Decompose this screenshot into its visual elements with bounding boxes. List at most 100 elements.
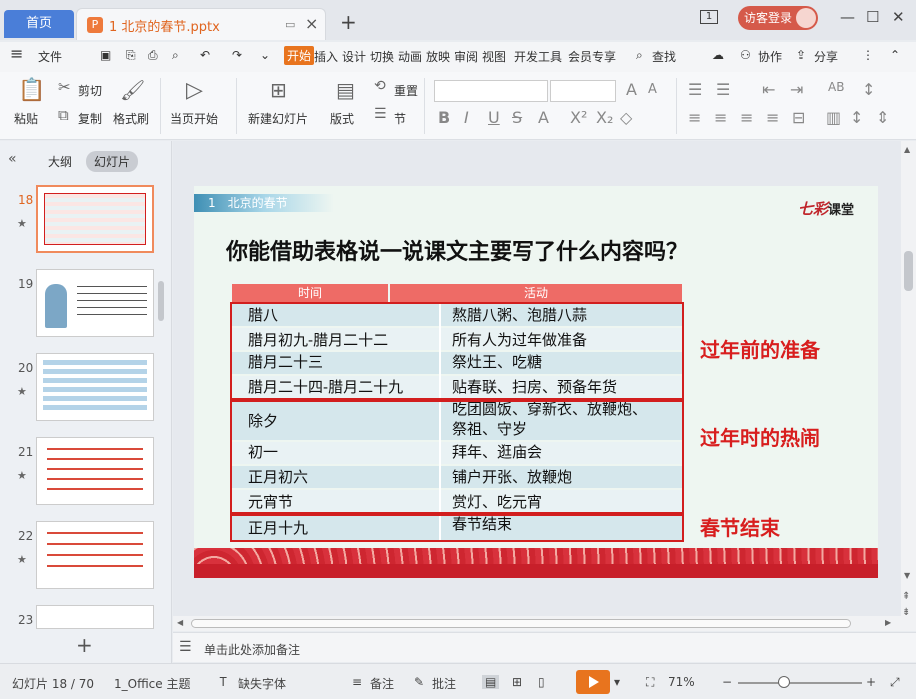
slideshow-play-button[interactable] <box>576 670 610 694</box>
paste-button[interactable]: 粘贴 <box>14 110 38 127</box>
scroll-up-icon[interactable]: ▲ <box>904 145 910 154</box>
hamburger-icon[interactable]: ≡ <box>10 44 23 63</box>
numbered-list-icon[interactable]: ☰ <box>716 80 730 99</box>
search-label[interactable]: 查找 <box>652 48 676 65</box>
zoom-out-icon[interactable]: − <box>722 675 732 689</box>
collab-icon[interactable]: ⚇ <box>740 48 751 62</box>
font-color-icon[interactable]: A <box>538 108 549 127</box>
slide-thumbnail-23[interactable] <box>36 605 154 629</box>
cut-button[interactable]: 剪切 <box>78 82 102 99</box>
fullscreen-icon[interactable]: ⤢ <box>890 675 900 690</box>
menu-slideshow[interactable]: 放映 <box>426 48 450 65</box>
strikethrough-icon[interactable]: S <box>512 108 522 127</box>
close-tab-icon[interactable]: × <box>305 14 318 33</box>
menu-transition[interactable]: 切换 <box>370 48 394 65</box>
menu-file[interactable]: 文件 <box>38 48 62 65</box>
monitor-icon[interactable]: ▭ <box>285 18 295 31</box>
scroll-left-icon[interactable]: ◀ <box>177 618 183 627</box>
zoom-slider-track[interactable] <box>738 682 862 684</box>
underline-icon[interactable]: U <box>488 108 500 127</box>
window-count-icon[interactable]: 1 <box>700 10 718 24</box>
menu-developer[interactable]: 开发工具 <box>514 48 562 65</box>
new-slide-icon[interactable]: ⊞ <box>270 78 287 102</box>
clear-format-icon[interactable]: ◇ <box>620 108 632 127</box>
preview-icon[interactable]: ⌕ <box>172 48 179 63</box>
tab-outline[interactable]: 大纲 <box>48 153 72 170</box>
subscript-icon[interactable]: X₂ <box>596 108 613 127</box>
menu-member[interactable]: 会员专享 <box>568 48 616 65</box>
columns-icon[interactable]: ▥ <box>826 108 841 127</box>
menu-view[interactable]: 视图 <box>482 48 506 65</box>
comment-icon[interactable]: ✎ <box>414 675 424 689</box>
bold-icon[interactable]: B <box>438 108 450 127</box>
new-tab-icon[interactable]: + <box>340 10 357 34</box>
horizontal-scrollbar[interactable]: ◀ ▶ <box>173 616 901 631</box>
undo-icon[interactable]: ↶ <box>200 48 210 62</box>
cloud-icon[interactable]: ☁ <box>712 48 724 62</box>
play-options-icon[interactable]: ▾ <box>614 675 620 689</box>
minimize-icon[interactable]: — <box>840 8 855 26</box>
notes-placeholder[interactable]: 单击此处添加备注 <box>204 641 300 658</box>
collab-label[interactable]: 协作 <box>758 48 782 65</box>
tab-slides[interactable]: 幻灯片 <box>86 151 139 172</box>
section-icon[interactable]: ☰ <box>374 106 387 122</box>
comments-label[interactable]: 批注 <box>432 675 456 692</box>
login-button[interactable]: 访客登录 <box>738 6 818 30</box>
fit-window-icon[interactable]: ⛶ <box>646 675 654 690</box>
prev-slide-icon[interactable]: ⇞ <box>902 591 910 602</box>
slide-thumbnail-20[interactable] <box>36 353 154 421</box>
superscript-icon[interactable]: X² <box>570 108 587 127</box>
redo-icon[interactable]: ↷ <box>232 48 242 62</box>
distribute-icon[interactable]: ⊟ <box>792 108 805 127</box>
missing-font-icon[interactable]: Ꭲ <box>220 675 227 690</box>
scroll-down-icon[interactable]: ▼ <box>904 571 910 580</box>
next-slide-icon[interactable]: ⇟ <box>902 607 910 618</box>
normal-view-icon[interactable]: ▤ <box>482 675 500 689</box>
collapse-ribbon-icon[interactable]: ⌃ <box>890 48 900 62</box>
copy-icon[interactable]: ⧉ <box>58 106 69 124</box>
vertical-scroll-thumb[interactable] <box>904 251 913 291</box>
line-spacing-icon[interactable]: ↕ <box>850 108 863 127</box>
format-painter-icon[interactable]: 🖌 <box>120 78 145 102</box>
export-icon[interactable]: ⎘ <box>126 48 136 63</box>
more-icon[interactable]: ⋮ <box>862 48 874 62</box>
font-size-select[interactable] <box>550 80 616 102</box>
reading-view-icon[interactable]: ▯ <box>538 675 545 689</box>
justify-icon[interactable]: ≡ <box>766 108 779 127</box>
bullet-list-icon[interactable]: ☰ <box>688 80 702 99</box>
align-left-icon[interactable]: ≡ <box>688 108 701 127</box>
play-from-current-button[interactable]: 当页开始 <box>170 110 218 127</box>
zoom-in-icon[interactable]: + <box>866 675 876 689</box>
missing-font-label[interactable]: 缺失字体 <box>238 675 286 692</box>
customize-icon[interactable]: ⌄ <box>260 48 270 62</box>
sorter-view-icon[interactable]: ⊞ <box>512 675 522 689</box>
menu-review[interactable]: 审阅 <box>454 48 478 65</box>
notes-toggle-label[interactable]: 备注 <box>370 675 394 692</box>
scroll-right-icon[interactable]: ▶ <box>885 618 891 627</box>
play-from-current-icon[interactable]: ▷ <box>186 78 203 103</box>
grow-font-icon[interactable]: A <box>626 80 637 99</box>
layout-button[interactable]: 版式 <box>330 110 354 127</box>
close-window-icon[interactable]: ✕ <box>892 8 905 26</box>
collapse-panel-icon[interactable]: « <box>8 151 17 167</box>
menu-home[interactable]: 开始 <box>284 46 315 65</box>
search-icon[interactable]: ⌕ <box>636 48 643 63</box>
indent-increase-icon[interactable]: ⇥ <box>790 80 803 99</box>
section-button[interactable]: 节 <box>394 110 406 127</box>
align-center-icon[interactable]: ≡ <box>714 108 727 127</box>
text-direction-icon[interactable]: AB <box>828 80 844 94</box>
reset-icon[interactable]: ⟲ <box>374 78 386 94</box>
theme-name[interactable]: 1_Office 主题 <box>114 675 190 692</box>
format-painter-button[interactable]: 格式刷 <box>113 110 149 127</box>
cut-icon[interactable]: ✂ <box>58 78 71 96</box>
sort-icon[interactable]: ↕ <box>862 80 875 99</box>
home-tab[interactable]: 首页 <box>4 10 74 38</box>
menu-animation[interactable]: 动画 <box>398 48 422 65</box>
menu-insert[interactable]: 插入 <box>314 48 338 65</box>
add-slide-icon[interactable]: + <box>76 633 93 657</box>
slide-canvas[interactable]: 1 北京的春节 七彩课堂 你能借助表格说一说课文主要写了什么内容吗？ 时间 活动… <box>194 186 878 578</box>
slide-thumbnail-19[interactable] <box>36 269 154 337</box>
paragraph-spacing-icon[interactable]: ⇕ <box>876 108 889 127</box>
document-tab[interactable]: P 1 北京的春节.pptx ▭ × <box>76 8 326 40</box>
notes-toggle-icon[interactable]: ≡ <box>352 675 362 689</box>
